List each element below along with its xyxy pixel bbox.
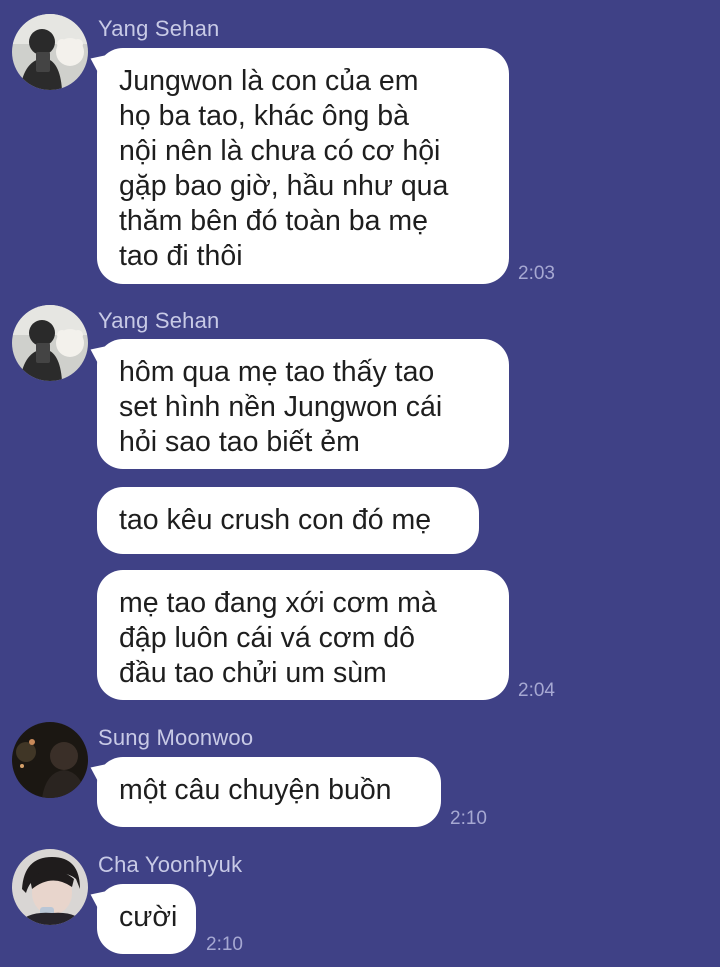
sender-name: Yang Sehan bbox=[98, 16, 220, 41]
portrait-avatar-icon[interactable] bbox=[12, 849, 88, 925]
message-bubble[interactable]: tao kêu crush con đó mẹ bbox=[97, 487, 479, 554]
message-bubble[interactable]: một câu chuyện buồn bbox=[97, 757, 441, 827]
message-bubble[interactable]: hôm qua mẹ tao thấy tao set hình nền Jun… bbox=[97, 339, 509, 469]
sender-name: Cha Yoonhyuk bbox=[98, 852, 243, 877]
message-bubble[interactable]: cười bbox=[97, 884, 196, 954]
dark-portrait-avatar-icon[interactable] bbox=[12, 722, 88, 798]
person-with-plush-avatar-icon[interactable] bbox=[12, 305, 88, 381]
message-timestamp: 2:04 bbox=[518, 680, 555, 701]
sender-name: Yang Sehan bbox=[98, 308, 220, 333]
message-bubble[interactable]: Jungwon là con của em họ ba tao, khác ôn… bbox=[97, 48, 509, 284]
chat-message-list[interactable]: Yang Sehan Jungwon là con của em họ ba t… bbox=[0, 0, 720, 967]
message-timestamp: 2:10 bbox=[450, 808, 487, 829]
message-bubble[interactable]: mẹ tao đang xới cơm mà đập luôn cái vá c… bbox=[97, 570, 509, 700]
message-timestamp: 2:03 bbox=[518, 263, 555, 284]
person-with-plush-avatar-icon[interactable] bbox=[12, 14, 88, 90]
sender-name: Sung Moonwoo bbox=[98, 725, 254, 750]
message-timestamp: 2:10 bbox=[206, 934, 243, 955]
